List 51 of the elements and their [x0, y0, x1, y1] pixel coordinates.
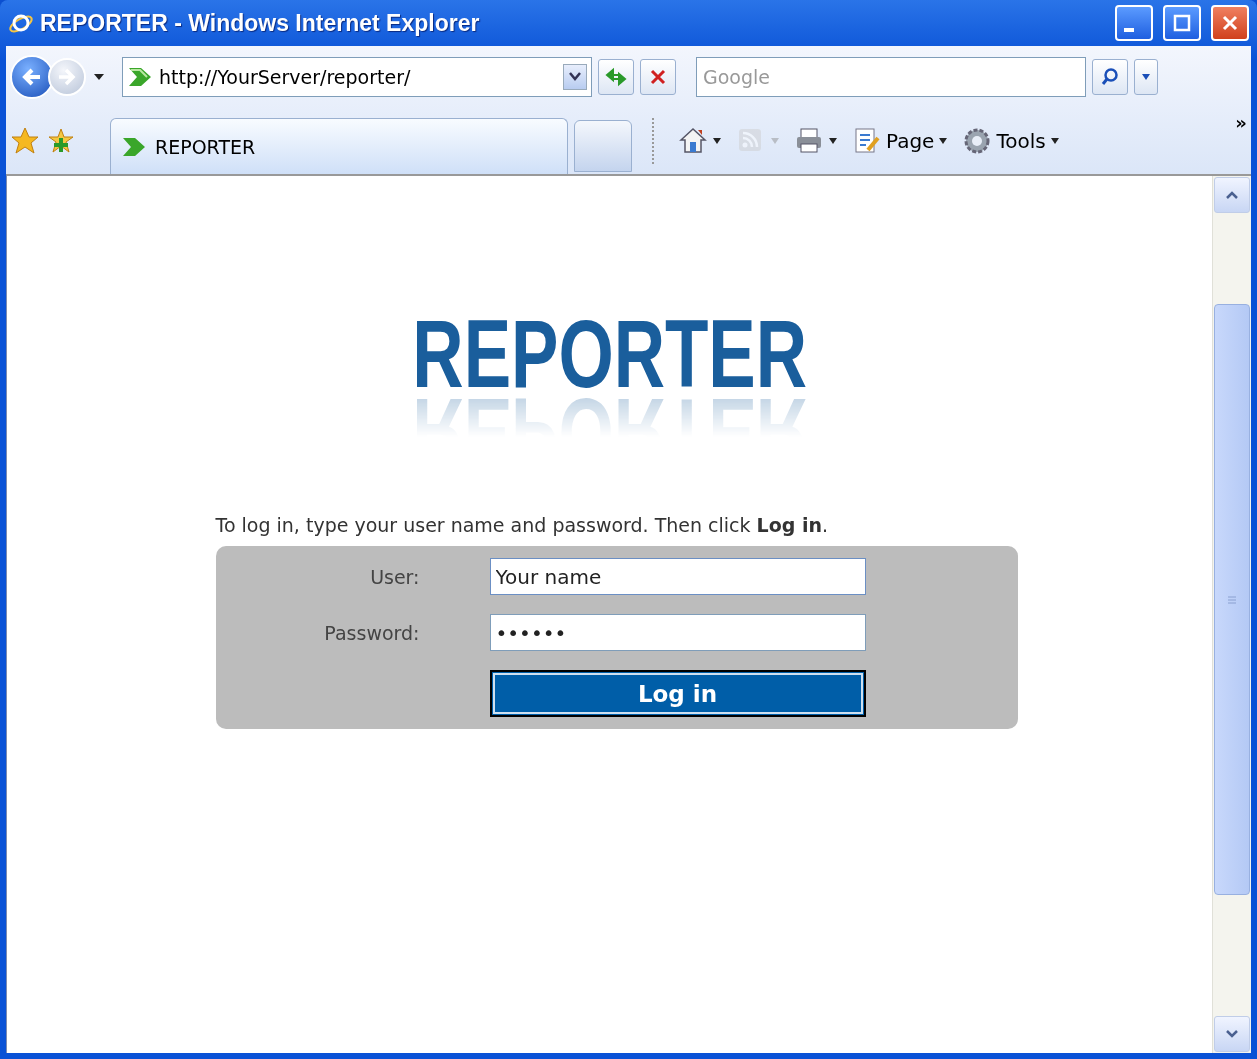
chevron-down-icon	[569, 71, 581, 81]
instructions-text: To log in, type your user name and password. Then click Log in.	[215, 514, 830, 536]
page-icon	[121, 135, 147, 158]
scroll-down-button[interactable]	[1214, 1016, 1250, 1052]
search-icon	[1100, 67, 1120, 87]
chevron-up-icon	[1226, 191, 1238, 199]
scroll-up-button[interactable]	[1214, 177, 1250, 213]
caret-icon	[1049, 137, 1060, 145]
close-icon	[1221, 14, 1239, 32]
login-button[interactable]: Log in	[489, 670, 866, 717]
home-icon	[678, 126, 708, 156]
scrollbar[interactable]	[1212, 176, 1251, 1053]
password-field[interactable]: ••••••	[489, 614, 866, 651]
favorites-star-icon[interactable]	[10, 126, 40, 156]
refresh-button[interactable]	[598, 59, 634, 95]
window-title: REPORTER - Windows Internet Explorer	[40, 9, 481, 37]
search-button[interactable]	[1092, 59, 1128, 95]
more-commands-button[interactable]: »	[1235, 112, 1247, 133]
add-favorite-icon[interactable]	[46, 126, 76, 156]
scroll-thumb[interactable]	[1214, 304, 1250, 895]
stop-icon	[649, 68, 667, 86]
caret-icon	[712, 137, 722, 145]
logo: REPORTER	[412, 306, 807, 402]
maximize-icon	[1173, 14, 1191, 32]
search-field[interactable]: Google	[696, 57, 1086, 97]
search-options-button[interactable]	[1134, 59, 1158, 95]
chevron-down-icon	[1226, 1030, 1238, 1038]
browser-tab[interactable]: REPORTER	[110, 118, 568, 174]
caret-icon	[1141, 73, 1151, 81]
grip-icon	[1227, 594, 1237, 605]
field-label: Password:	[323, 621, 420, 644]
close-button[interactable]	[1211, 5, 1249, 41]
caret-icon	[770, 137, 780, 145]
address-field[interactable]: http://YourServer/reporter/	[122, 57, 592, 97]
caret-icon	[938, 137, 949, 145]
page-menu-button[interactable]: Page	[848, 124, 953, 158]
printer-icon	[794, 126, 824, 156]
tools-menu-button[interactable]: Tools	[958, 124, 1064, 158]
dropdown-caret-icon[interactable]	[92, 72, 106, 82]
field-label: User:	[369, 565, 420, 588]
user-field[interactable]: Your name	[489, 558, 866, 595]
maximize-button[interactable]	[1163, 5, 1201, 41]
forward-arrow-icon	[56, 66, 78, 88]
stop-button[interactable]	[640, 59, 676, 95]
refresh-icon	[604, 67, 628, 87]
minimize-button[interactable]	[1115, 5, 1153, 41]
page-icon	[852, 126, 882, 156]
dropdown-button[interactable]	[563, 64, 587, 90]
caret-icon	[828, 137, 838, 145]
minimize-icon	[1124, 28, 1134, 32]
page-icon	[127, 66, 153, 88]
